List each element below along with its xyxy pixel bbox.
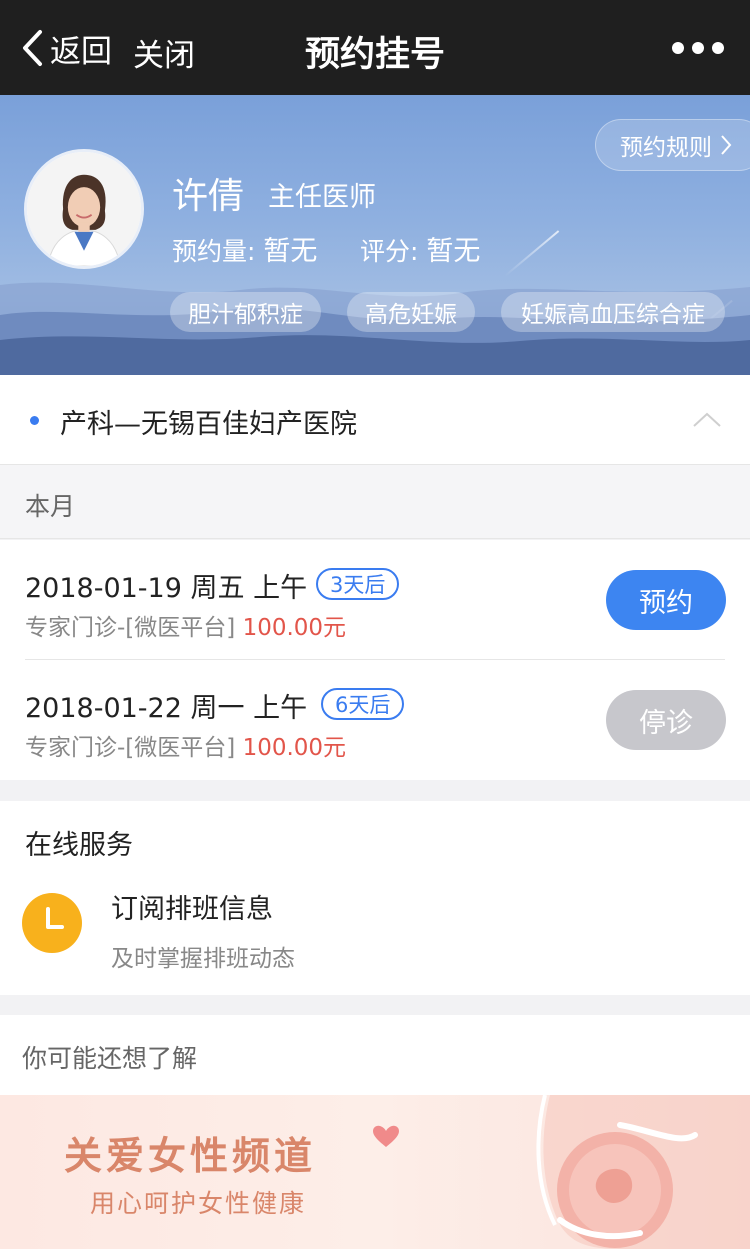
recommendations-label: 你可能还想了解 bbox=[22, 1044, 198, 1073]
chevron-left-icon bbox=[23, 30, 42, 66]
banner-title: 关爱女性频道 bbox=[64, 1134, 317, 1178]
rating-value: 暂无 bbox=[426, 236, 481, 267]
month-header: 本月 bbox=[0, 465, 750, 539]
banner-subtitle: 用心呵护女性健康 bbox=[90, 1189, 307, 1218]
appointments-stat: 预约量: 暂无 bbox=[172, 229, 317, 268]
clinic-type: 专家门诊-[微医平台] bbox=[25, 735, 236, 761]
recommendations-header: 你可能还想了解 bbox=[0, 1015, 750, 1095]
hospital-department-row[interactable]: 产科—无锡百佳妇产医院 bbox=[0, 375, 750, 465]
doctor-avatar bbox=[24, 149, 144, 269]
back-label: 返回 bbox=[50, 33, 112, 70]
appointment-rules-button[interactable]: 预约规则 bbox=[595, 119, 750, 171]
women-care-banner[interactable]: 关爱女性频道 用心呵护女性健康 bbox=[0, 1095, 750, 1249]
chevron-up-icon bbox=[693, 412, 721, 427]
navigation-bar: 返回 关闭 预约挂号 bbox=[0, 0, 750, 95]
rules-label: 预约规则 bbox=[620, 135, 712, 161]
schedule-date: 2018-01-22 周一 上午 bbox=[25, 693, 308, 724]
doctor-name: 许倩 bbox=[172, 176, 245, 217]
bullet-dot-icon bbox=[30, 416, 39, 425]
close-button[interactable]: 关闭 bbox=[133, 30, 195, 75]
schedule-row: 2018-01-22 周一 上午 6天后 专家门诊-[微医平台] 100.00元… bbox=[0, 660, 750, 780]
hospital-label: 产科—无锡百佳妇产医院 bbox=[60, 409, 357, 440]
subscribe-schedule-item[interactable]: 订阅排班信息 bbox=[111, 887, 273, 926]
schedule-details: 专家门诊-[微医平台] 100.00元 bbox=[25, 728, 346, 762]
rating-stat: 评分: 暂无 bbox=[360, 229, 480, 268]
more-options-icon[interactable] bbox=[672, 42, 724, 54]
days-until-badge: 3天后 bbox=[316, 568, 400, 600]
schedule-row: 2018-01-19 周五 上午 3天后 专家门诊-[微医平台] 100.00元… bbox=[0, 540, 750, 660]
appointments-value: 暂无 bbox=[263, 236, 318, 267]
rating-label: 评分: bbox=[360, 237, 419, 266]
book-button[interactable]: 预约 bbox=[606, 570, 726, 630]
month-label: 本月 bbox=[25, 492, 76, 521]
subscribe-schedule-description: 及时掌握排班动态 bbox=[111, 946, 295, 972]
heart-icon bbox=[373, 1125, 399, 1147]
section-title: 在线服务 bbox=[25, 830, 133, 861]
suspended-button: 停诊 bbox=[606, 690, 726, 750]
chevron-right-icon bbox=[721, 135, 732, 155]
clock-icon[interactable] bbox=[22, 893, 82, 953]
clinic-type: 专家门诊-[微医平台] bbox=[25, 615, 236, 641]
schedule-date: 2018-01-19 周五 上午 bbox=[25, 573, 308, 604]
doctor-header: 许倩 主任医师 预约量: 暂无 评分: 暂无 预约规则 胆汁郁积症 高危妊娠 妊… bbox=[0, 95, 750, 375]
schedule-details: 专家门诊-[微医平台] 100.00元 bbox=[25, 608, 346, 642]
price: 100.00元 bbox=[242, 615, 347, 641]
specialty-tag: 胆汁郁积症 bbox=[170, 292, 321, 332]
pregnancy-illustration bbox=[536, 1095, 750, 1249]
price: 100.00元 bbox=[242, 735, 347, 761]
days-until-badge: 6天后 bbox=[321, 688, 405, 720]
specialty-tag: 高危妊娠 bbox=[347, 292, 475, 332]
online-services-section: 在线服务 订阅排班信息 及时掌握排班动态 bbox=[0, 801, 750, 995]
appointments-label: 预约量: bbox=[172, 237, 256, 266]
specialty-tag: 妊娠高血压综合症 bbox=[501, 292, 725, 332]
page-title: 预约挂号 bbox=[304, 35, 445, 75]
back-button[interactable]: 返回 bbox=[20, 26, 112, 70]
doctor-title: 主任医师 bbox=[268, 182, 376, 213]
